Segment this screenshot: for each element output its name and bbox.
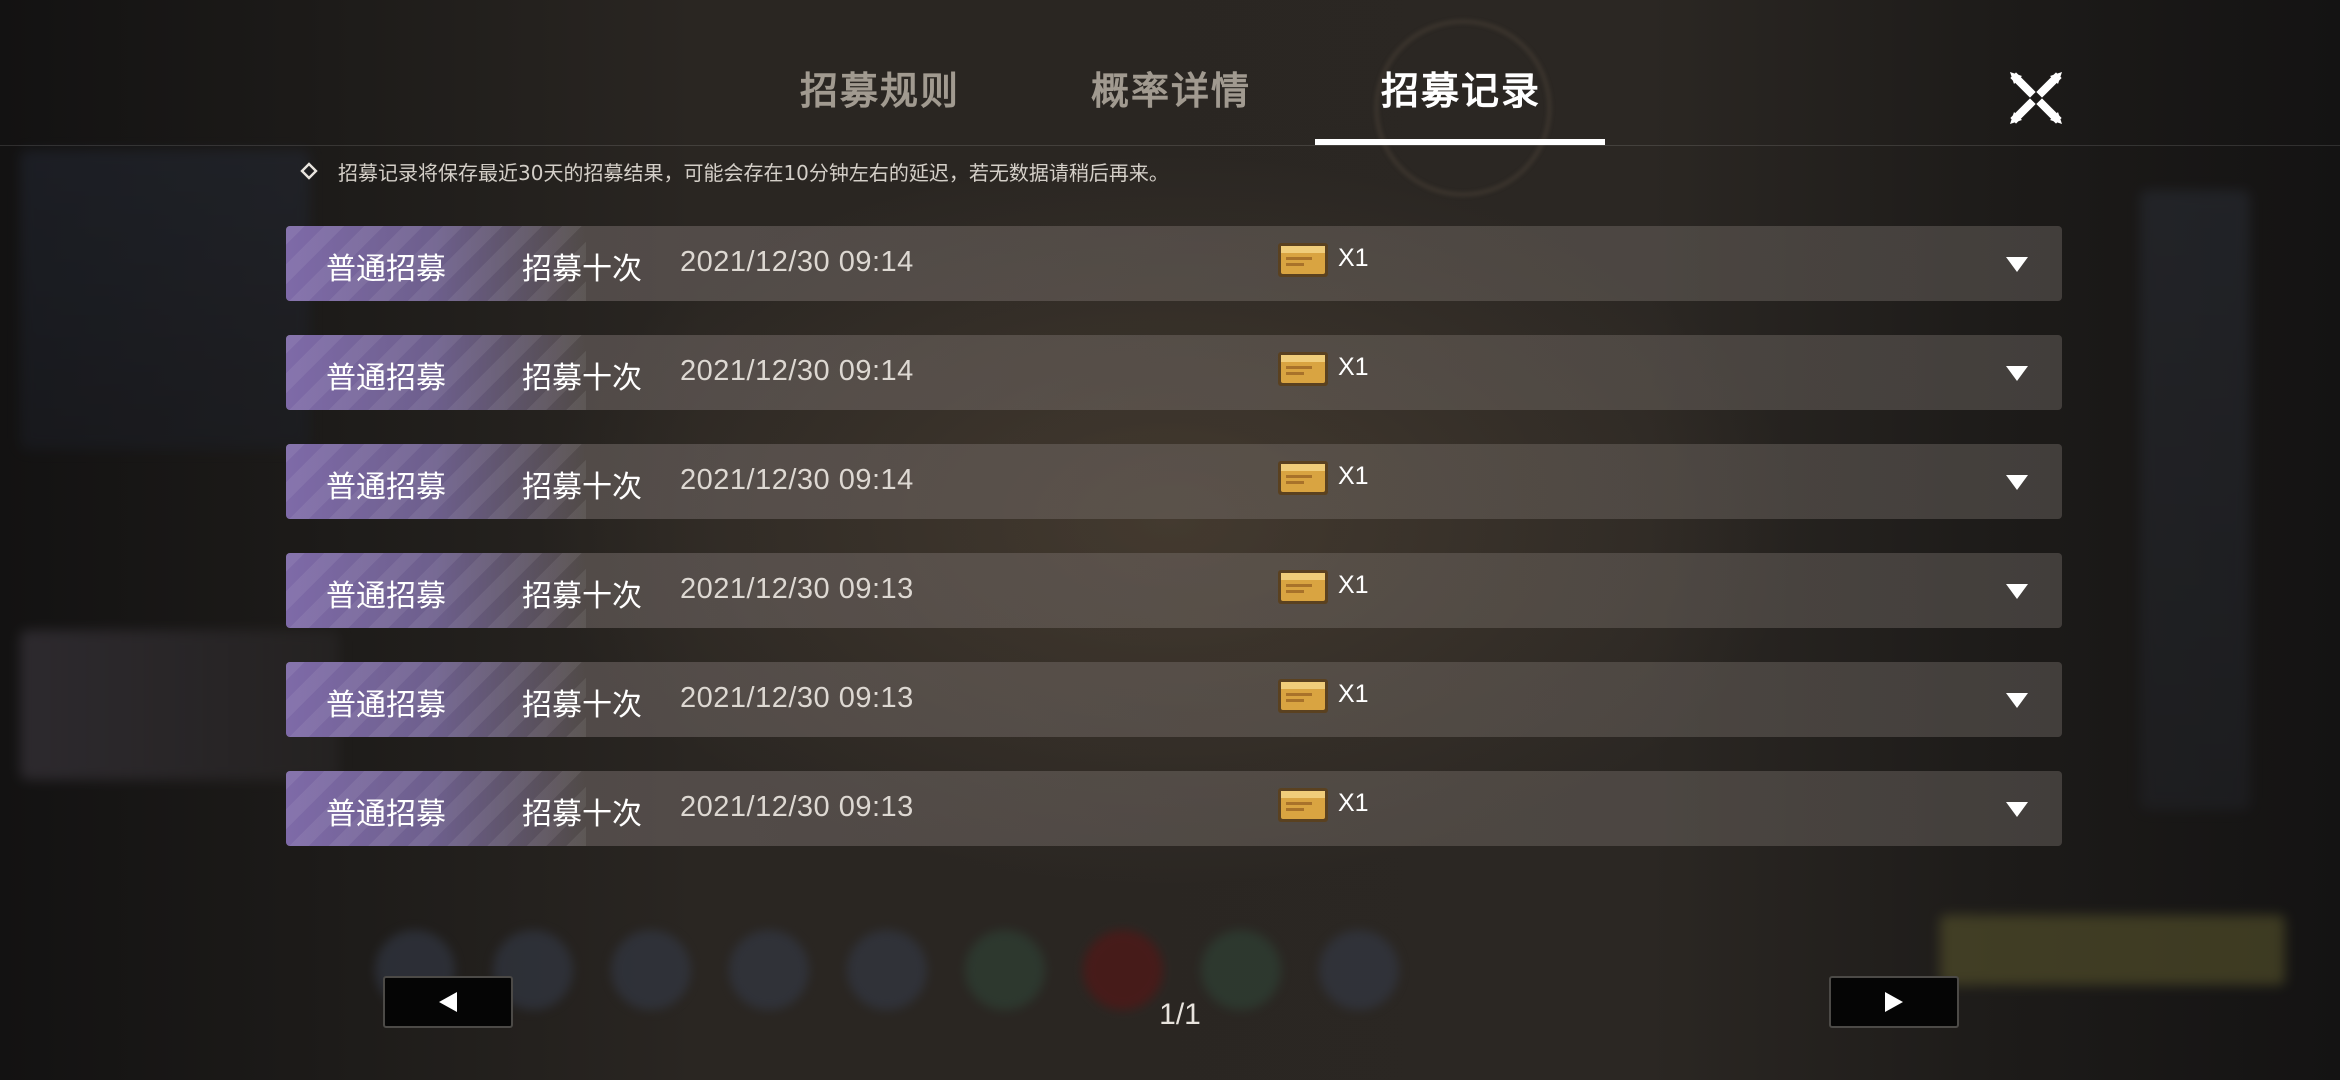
recruit-ticket-icon [1278, 788, 1328, 822]
tab-recruit-rules[interactable]: 招募规则 [800, 60, 960, 115]
record-time: 2021/12/30 09:14 [680, 246, 914, 278]
tab-divider [0, 145, 2340, 146]
record-time: 2021/12/30 09:14 [680, 464, 914, 496]
background-panel [20, 150, 310, 450]
page-indicator: 1/1 [1159, 998, 1201, 1031]
cost-quantity: X1 [1338, 353, 1369, 381]
record-count: 招募十次 [522, 252, 642, 287]
cost-quantity: X1 [1338, 571, 1369, 599]
record-row[interactable]: 普通招募 招募十次 2021/12/30 09:14 X1 [286, 226, 2062, 301]
notice-text: 招募记录将保存最近30天的招募结果，可能会存在10分钟左右的延迟，若无数据请稍后… [338, 160, 1169, 185]
recruit-ticket-icon [1278, 461, 1328, 495]
record-type: 普通招募 [326, 252, 446, 287]
record-time: 2021/12/30 09:13 [680, 682, 914, 714]
record-type: 普通招募 [326, 688, 446, 723]
tab-bar: 招募规则 概率详情 招募记录 [0, 0, 2340, 146]
record-count: 招募十次 [522, 797, 642, 832]
close-button[interactable] [2006, 68, 2066, 128]
triangle-right-icon [1885, 992, 1903, 1012]
record-row[interactable]: 普通招募 招募十次 2021/12/30 09:13 X1 [286, 771, 2062, 846]
expand-arrow-icon[interactable] [2004, 581, 2030, 601]
record-row[interactable]: 普通招募 招募十次 2021/12/30 09:14 X1 [286, 444, 2062, 519]
expand-arrow-icon[interactable] [2004, 472, 2030, 492]
record-type: 普通招募 [326, 361, 446, 396]
recruit-history-screen: 招募规则 概率详情 招募记录 招募记录将保存最近30天的招募结果，可能会存在10… [0, 0, 2340, 1080]
expand-arrow-icon[interactable] [2004, 363, 2030, 383]
tab-recruit-records[interactable]: 招募记录 [1381, 60, 1541, 115]
next-page-button[interactable] [1829, 976, 1959, 1028]
record-row[interactable]: 普通招募 招募十次 2021/12/30 09:13 X1 [286, 553, 2062, 628]
retention-notice: 招募记录将保存最近30天的招募结果，可能会存在10分钟左右的延迟，若无数据请稍后… [300, 156, 1169, 186]
cost-quantity: X1 [1338, 462, 1369, 490]
cost-quantity: X1 [1338, 680, 1369, 708]
expand-arrow-icon[interactable] [2004, 799, 2030, 819]
record-type: 普通招募 [326, 797, 446, 832]
record-row[interactable]: 普通招募 招募十次 2021/12/30 09:14 X1 [286, 335, 2062, 410]
record-type: 普通招募 [326, 470, 446, 505]
diamond-outline-icon [300, 156, 318, 186]
triangle-left-icon [439, 992, 457, 1012]
recruit-ticket-icon [1278, 243, 1328, 277]
record-count: 招募十次 [522, 579, 642, 614]
previous-page-button[interactable] [383, 976, 513, 1028]
tab-probability-details[interactable]: 概率详情 [1091, 60, 1251, 115]
close-icon [2010, 72, 2062, 124]
record-count: 招募十次 [522, 688, 642, 723]
record-list: 普通招募 招募十次 2021/12/30 09:14 X1 普通招募 招募十次 … [286, 226, 2062, 880]
record-time: 2021/12/30 09:14 [680, 355, 914, 387]
record-type: 普通招募 [326, 579, 446, 614]
background-character-icons [375, 930, 1455, 1030]
recruit-ticket-icon [1278, 570, 1328, 604]
record-time: 2021/12/30 09:13 [680, 791, 914, 823]
cost-quantity: X1 [1338, 244, 1369, 272]
record-count: 招募十次 [522, 470, 642, 505]
expand-arrow-icon[interactable] [2004, 690, 2030, 710]
expand-arrow-icon[interactable] [2004, 254, 2030, 274]
record-row[interactable]: 普通招募 招募十次 2021/12/30 09:13 X1 [286, 662, 2062, 737]
background-item-column [2140, 190, 2250, 810]
record-time: 2021/12/30 09:13 [680, 573, 914, 605]
cost-quantity: X1 [1338, 789, 1369, 817]
background-button [1940, 915, 2285, 985]
recruit-ticket-icon [1278, 679, 1328, 713]
record-count: 招募十次 [522, 361, 642, 396]
recruit-ticket-icon [1278, 352, 1328, 386]
